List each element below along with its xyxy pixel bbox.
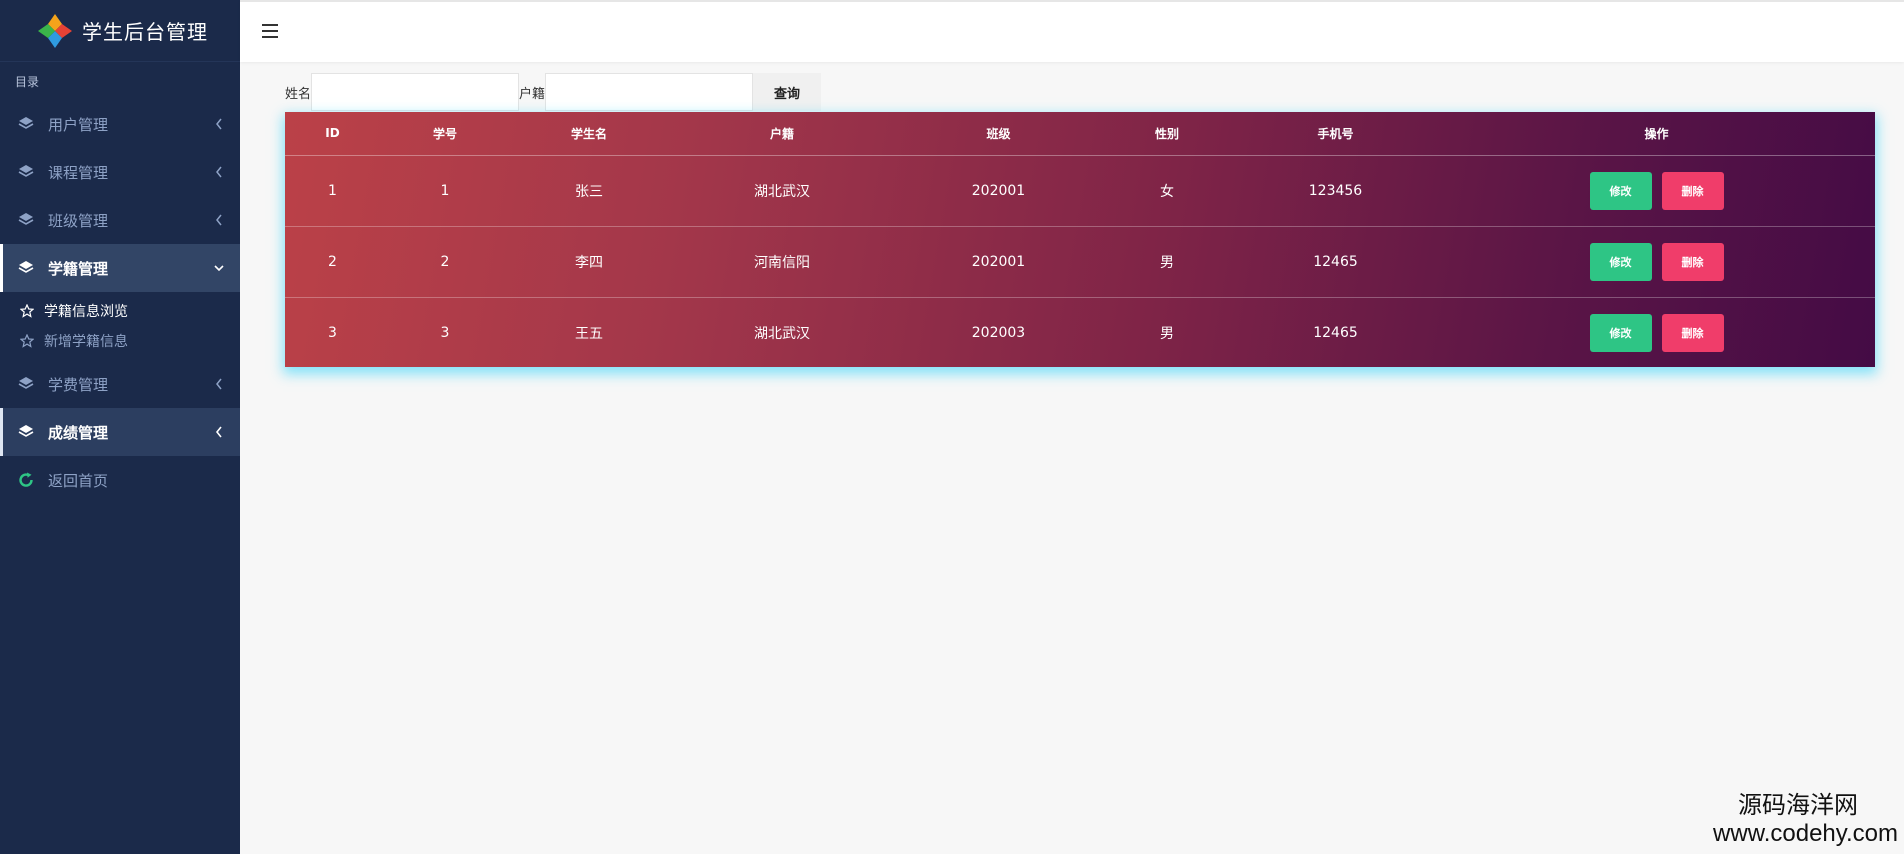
column-header: ID: [285, 112, 380, 156]
cell-phone: 12465: [1233, 226, 1438, 298]
query-button[interactable]: 查询: [753, 73, 822, 111]
chevron-left-icon: [216, 214, 222, 226]
chevron-left-icon: [216, 118, 222, 130]
hukou-label: 户籍: [519, 86, 546, 102]
student-table-container: ID 学号 学生名 户籍 班级 性别 手机号 操作 1 1 张三 湖北武汉 20…: [285, 112, 1875, 367]
chevron-left-icon: [215, 426, 222, 438]
sidebar-item-tuition[interactable]: 学费管理: [0, 360, 240, 408]
layers-icon: [18, 117, 34, 129]
hukou-input[interactable]: [545, 73, 754, 111]
brand[interactable]: 学生后台管理: [0, 0, 240, 62]
sidebar-section-label: 目录: [15, 75, 40, 89]
refresh-icon: [19, 472, 33, 487]
cell-student-no: 3: [440, 324, 450, 341]
cell-actions: 修改 删除: [1438, 155, 1875, 227]
submenu-item-add[interactable]: 新增学籍信息: [0, 326, 240, 356]
cell-gender: 女: [1101, 155, 1233, 227]
watermark-url: www.codehy.com: [1713, 820, 1898, 847]
cell-phone: 123456: [1233, 155, 1438, 227]
sidebar-item-users[interactable]: 用户管理: [0, 100, 240, 148]
sidebar-item-label: 成绩管理: [48, 423, 109, 442]
layers-icon: [18, 377, 34, 389]
sidebar-item-label: 课程管理: [48, 163, 109, 182]
brand-title: 学生后台管理: [82, 20, 208, 44]
sidebar-item-label: 学费管理: [48, 375, 109, 394]
column-header: 学号: [380, 112, 510, 156]
chevron-left-icon: [216, 166, 222, 178]
column-header: 学生名: [510, 112, 668, 156]
cell-class: 202003: [971, 324, 1026, 341]
cell-id: 3: [328, 324, 337, 341]
sidebar: 学生后台管理 目录 用户管理 课程管理 班级管理 学籍管理 学籍信息浏览 新增学…: [0, 0, 240, 854]
cell-student-no: 1: [380, 155, 510, 227]
layers-icon: [18, 165, 34, 177]
chevron-down-icon: [214, 265, 224, 272]
cell-class: 202001: [896, 155, 1101, 227]
cell-hukou: 湖北武汉: [668, 155, 896, 227]
student-status-submenu: 学籍信息浏览 新增学籍信息: [0, 292, 240, 360]
chevron-left-icon: [216, 378, 222, 390]
edit-button[interactable]: 修改: [1589, 242, 1652, 281]
cell-class: 202001: [896, 226, 1101, 298]
sidebar-item-label: 班级管理: [48, 211, 109, 230]
column-header: 手机号: [1233, 112, 1438, 156]
brand-logo-icon: [38, 13, 72, 48]
cell-name: 王五: [575, 325, 603, 342]
student-table: ID 学号 学生名 户籍 班级 性别 手机号 操作 1 1 张三 湖北武汉 20…: [285, 112, 1875, 368]
cell-actions: 修改 删除: [1438, 297, 1875, 368]
submenu-item-browse[interactable]: 学籍信息浏览: [0, 296, 240, 326]
search-form: 姓名 户籍 查询: [285, 73, 822, 111]
sidebar-item-label: 用户管理: [48, 115, 109, 134]
cell-actions: 修改 删除: [1438, 226, 1875, 298]
cell-gender: 男: [1101, 226, 1233, 298]
column-header: 户籍: [668, 112, 896, 156]
sidebar-item-student-status[interactable]: 学籍管理: [0, 244, 240, 292]
column-header: 性别: [1101, 112, 1233, 156]
sidebar-item-courses[interactable]: 课程管理: [0, 148, 240, 196]
cell-student-no: 2: [380, 226, 510, 298]
home-label: 返回首页: [48, 471, 109, 490]
star-icon: [20, 334, 34, 348]
column-header: 班级: [896, 112, 1101, 156]
name-label: 姓名: [285, 86, 312, 102]
edit-button[interactable]: 修改: [1589, 171, 1652, 210]
cell-id: 2: [285, 226, 380, 298]
table-row: 3 3 王五 湖北武汉 202003 男 12465 修改 删除: [285, 297, 1875, 368]
sidebar-item-home[interactable]: 返回首页: [0, 456, 240, 504]
table-header-row: ID 学号 学生名 户籍 班级 性别 手机号 操作: [285, 112, 1875, 156]
edit-button[interactable]: 修改: [1589, 313, 1652, 352]
delete-button[interactable]: 删除: [1661, 313, 1724, 352]
submenu-item-label: 新增学籍信息: [44, 334, 128, 350]
star-icon: [20, 304, 34, 318]
sidebar-item-grades[interactable]: 成绩管理: [0, 408, 240, 456]
table-row: 2 2 李四 河南信阳 202001 男 12465 修改 删除: [285, 226, 1875, 298]
cell-id: 1: [285, 155, 380, 227]
cell-name: 张三: [510, 155, 668, 227]
name-input[interactable]: [311, 73, 520, 111]
cell-gender: 男: [1160, 325, 1174, 342]
cell-hukou: 湖北武汉: [754, 325, 810, 342]
cell-name: 李四: [510, 226, 668, 298]
watermark: 源码海洋网 www.codehy.com: [1713, 790, 1898, 848]
submenu-item-label: 学籍信息浏览: [44, 304, 128, 320]
delete-button[interactable]: 删除: [1661, 171, 1724, 210]
watermark-cn: 源码海洋网: [1738, 791, 1858, 819]
delete-button[interactable]: 删除: [1661, 242, 1724, 281]
sidebar-item-label: 学籍管理: [48, 259, 109, 278]
layers-icon: [18, 213, 34, 225]
cell-phone: 12465: [1313, 324, 1358, 341]
column-header: 操作: [1438, 112, 1875, 156]
layers-icon: [18, 261, 34, 273]
layers-icon: [18, 425, 34, 437]
top-bar: [240, 0, 1904, 62]
sidebar-item-classes[interactable]: 班级管理: [0, 196, 240, 244]
table-row: 1 1 张三 湖北武汉 202001 女 123456 修改 删除: [285, 155, 1875, 227]
cell-hukou: 河南信阳: [668, 226, 896, 298]
hamburger-menu-icon[interactable]: [262, 24, 278, 38]
